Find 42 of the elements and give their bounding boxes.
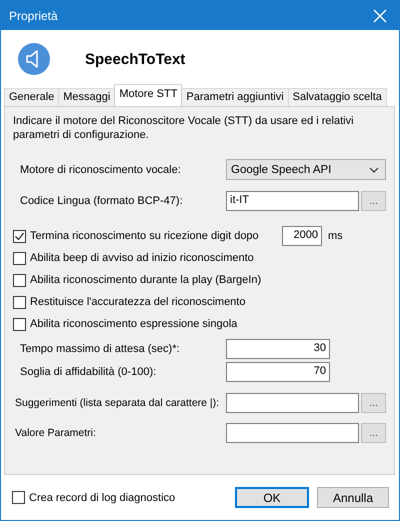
field-label: Motore di riconoscimento vocale: — [19, 164, 182, 176]
checkbox-label: Crea record di log diagnostico — [29, 492, 176, 504]
field-label: Valore Parametri: — [14, 427, 97, 439]
input-field[interactable]: 70 — [226, 362, 330, 382]
checkbox-label: Abilita riconoscimento espressione singola — [30, 318, 238, 330]
tab[interactable]: Motore STT — [114, 84, 182, 106]
field-label: Soglia di affidabilità (0-100): — [19, 366, 158, 378]
input-field[interactable] — [226, 393, 360, 413]
checkbox-label: Abilita beep di avviso ad inizio riconoscimento — [30, 252, 254, 264]
field-label: Tempo massimo di attesa (sec)*: — [19, 343, 181, 355]
tab[interactable]: Generale — [4, 88, 60, 106]
dropdown[interactable]: Google Speech API — [226, 159, 386, 180]
tab[interactable]: Messaggi — [58, 88, 116, 106]
checkbox-label: Abilita riconoscimento durante la play (BargeIn) — [30, 274, 262, 286]
close-icon[interactable] — [373, 8, 387, 22]
description-text: Indicare il motore del Riconoscitore Vocale (STT) da usare ed i relativi parametri di configurazione. — [13, 114, 355, 142]
input-field[interactable]: 30 — [226, 339, 330, 359]
input-field[interactable]: it-IT — [226, 191, 360, 211]
checkbox-label: Termina riconoscimento su ricezione digit dopo — [30, 230, 259, 242]
checkbox[interactable] — [13, 318, 26, 330]
browse-button[interactable]: ... — [361, 393, 386, 413]
chevron-down-icon — [369, 166, 379, 172]
browse-button[interactable]: ... — [361, 191, 386, 211]
checkbox[interactable] — [13, 230, 26, 242]
app-title: SpeechToText — [85, 50, 186, 68]
window-title: Proprietà — [9, 8, 58, 22]
ok-button[interactable]: OK — [235, 487, 309, 508]
speaker-icon — [18, 43, 50, 75]
input-field[interactable] — [226, 423, 360, 443]
tab[interactable]: Parametri aggiuntivi — [181, 88, 289, 106]
checkbox-label: Restituisce l'accuratezza del riconoscimento — [30, 296, 246, 308]
browse-button[interactable]: ... — [361, 423, 386, 443]
checkbox[interactable] — [13, 296, 26, 308]
field-label: Suggerimenti (lista separata dal carattere |): — [14, 397, 220, 409]
tab[interactable]: Salvataggio scelta — [288, 88, 387, 106]
input-field[interactable]: 2000 — [282, 226, 322, 246]
checkbox[interactable] — [12, 491, 25, 504]
unit-label: ms — [327, 230, 344, 242]
cancel-button[interactable]: Annulla — [317, 487, 389, 508]
checkbox[interactable] — [13, 274, 26, 286]
checkbox[interactable] — [13, 252, 26, 264]
field-label: Codice Lingua (formato BCP-47): — [19, 195, 184, 207]
